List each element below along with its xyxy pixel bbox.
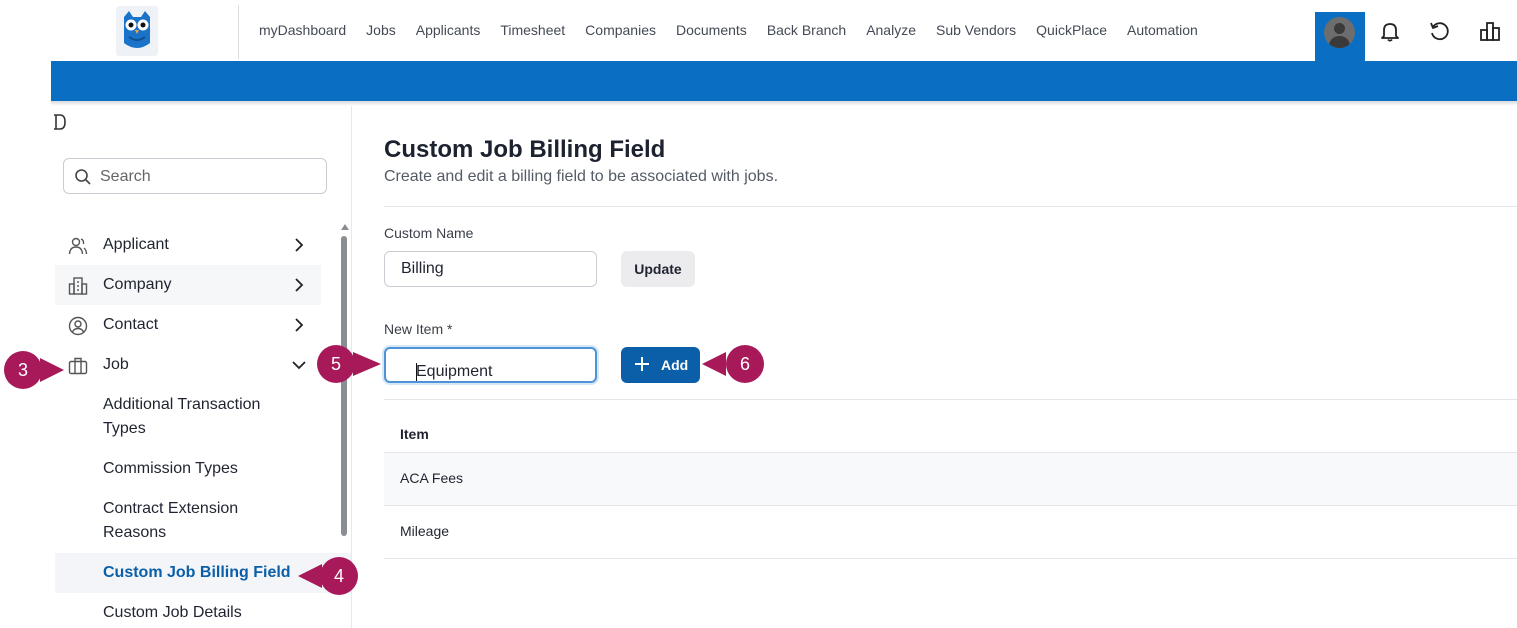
owl-logo-icon [124, 11, 150, 48]
update-button[interactable]: Update [621, 251, 695, 287]
header-shadow [51, 101, 1517, 106]
sidebar-subitem-label: Commission Types [103, 460, 238, 477]
custom-name-input[interactable]: Billing [384, 251, 597, 287]
sidebar-subitem-label: Custom Job Details [103, 604, 242, 621]
plus-icon [635, 357, 649, 371]
users-icon [68, 237, 88, 255]
custom-name-label: Custom Name [384, 225, 474, 241]
add-button-label: Add [661, 357, 689, 373]
search-input[interactable] [100, 165, 320, 189]
nav-item-companies[interactable]: Companies [585, 22, 656, 38]
new-item-text: Equipment [416, 363, 493, 380]
callout-pointer [353, 352, 381, 376]
page-subtitle: Create and edit a billing field to be as… [384, 168, 779, 185]
main-nav: myDashboard Jobs Applicants Timesheet Co… [259, 22, 1198, 38]
history-icon[interactable] [1428, 20, 1450, 42]
sidebar-item-label: Applicant [103, 236, 169, 253]
new-item-label: New Item * [384, 321, 453, 337]
sidebar-item-label: Job [103, 356, 129, 373]
avatar [1324, 17, 1355, 48]
sidebar-subitem-label: Additional Transaction Types [103, 396, 261, 437]
table-row[interactable]: ACA Fees [384, 452, 1517, 505]
table-cell: ACA Fees [400, 470, 464, 486]
custom-name-value: Billing [401, 260, 444, 277]
callout-pointer [702, 352, 726, 376]
user-circle-icon [68, 316, 88, 336]
nav-divider [238, 5, 239, 59]
top-navigation-bar: myDashboard Jobs Applicants Timesheet Co… [0, 0, 1517, 61]
chevron-right-icon [295, 278, 304, 292]
scroll-up-arrow-icon[interactable] [341, 224, 349, 230]
nav-item-mydashboard[interactable]: myDashboard [259, 22, 346, 38]
briefcase-icon [68, 357, 88, 375]
callout-number: 3 [4, 351, 42, 389]
nav-item-jobs[interactable]: Jobs [366, 22, 396, 38]
section-divider [384, 206, 1517, 207]
text-caret [416, 363, 417, 381]
building-icon [68, 277, 88, 295]
section-divider [384, 399, 1517, 400]
nav-item-timesheet[interactable]: Timesheet [500, 22, 565, 38]
callout-pointer [40, 358, 64, 382]
sidebar-subitem-custom-job-details[interactable]: Custom Job Details [55, 601, 351, 628]
chevron-right-icon [295, 318, 304, 332]
callout-5: 5 [311, 345, 383, 383]
callout-number: 6 [726, 345, 764, 383]
nav-item-quickplace[interactable]: QuickPlace [1036, 22, 1107, 38]
add-button[interactable]: Add [621, 347, 700, 383]
nav-item-documents[interactable]: Documents [676, 22, 747, 38]
chevron-down-icon [292, 361, 306, 370]
new-item-input[interactable]: Equipment [384, 347, 597, 383]
callout-number: 4 [320, 557, 358, 595]
page-title: Custom Job Billing Field [384, 136, 666, 163]
callout-6: 6 [702, 345, 766, 383]
sidebar-collapse-icon[interactable] [51, 113, 67, 131]
table-row[interactable]: Mileage [384, 505, 1517, 558]
sidebar-item-job[interactable]: Job [55, 345, 321, 385]
table-header-item: Item [400, 426, 429, 442]
nav-item-applicants[interactable]: Applicants [416, 22, 481, 38]
sidebar-search[interactable] [63, 158, 327, 194]
callout-4: 4 [298, 557, 360, 595]
header-blue-band [51, 61, 1517, 101]
nav-item-sub-vendors[interactable]: Sub Vendors [936, 22, 1016, 38]
sidebar-item-label: Contact [103, 316, 159, 333]
sidebar-subitem-label: Contract Extension Reasons [103, 500, 239, 541]
sidebar-subitem-contract-extension-reasons[interactable]: Contract Extension Reasons [55, 497, 351, 549]
nav-item-back-branch[interactable]: Back Branch [767, 22, 846, 38]
callout-number: 5 [317, 345, 355, 383]
sidebar-item-company[interactable]: Company [55, 265, 321, 305]
sidebar-subitem-commission-types[interactable]: Commission Types [55, 457, 351, 485]
sidebar-item-applicant[interactable]: Applicant [55, 225, 321, 265]
sidebar-item-contact[interactable]: Contact [55, 305, 321, 345]
search-icon [75, 169, 91, 185]
owl-logo[interactable] [116, 6, 158, 56]
nav-item-analyze[interactable]: Analyze [866, 22, 916, 38]
sidebar-subitem-additional-transaction-types[interactable]: Additional Transaction Types [55, 393, 351, 445]
sidebar-item-label: Company [103, 276, 172, 293]
sidebar-scrollbar[interactable] [341, 236, 347, 536]
table-cell: Mileage [400, 523, 450, 539]
bell-icon[interactable] [1379, 20, 1401, 42]
callout-3: 3 [0, 351, 66, 389]
nav-item-automation[interactable]: Automation [1127, 22, 1198, 38]
chevron-right-icon [295, 238, 304, 252]
callout-pointer [298, 564, 322, 588]
table-bottom-border [384, 558, 1517, 559]
analytics-icon[interactable] [1479, 20, 1501, 42]
user-avatar-button[interactable] [1315, 12, 1365, 61]
